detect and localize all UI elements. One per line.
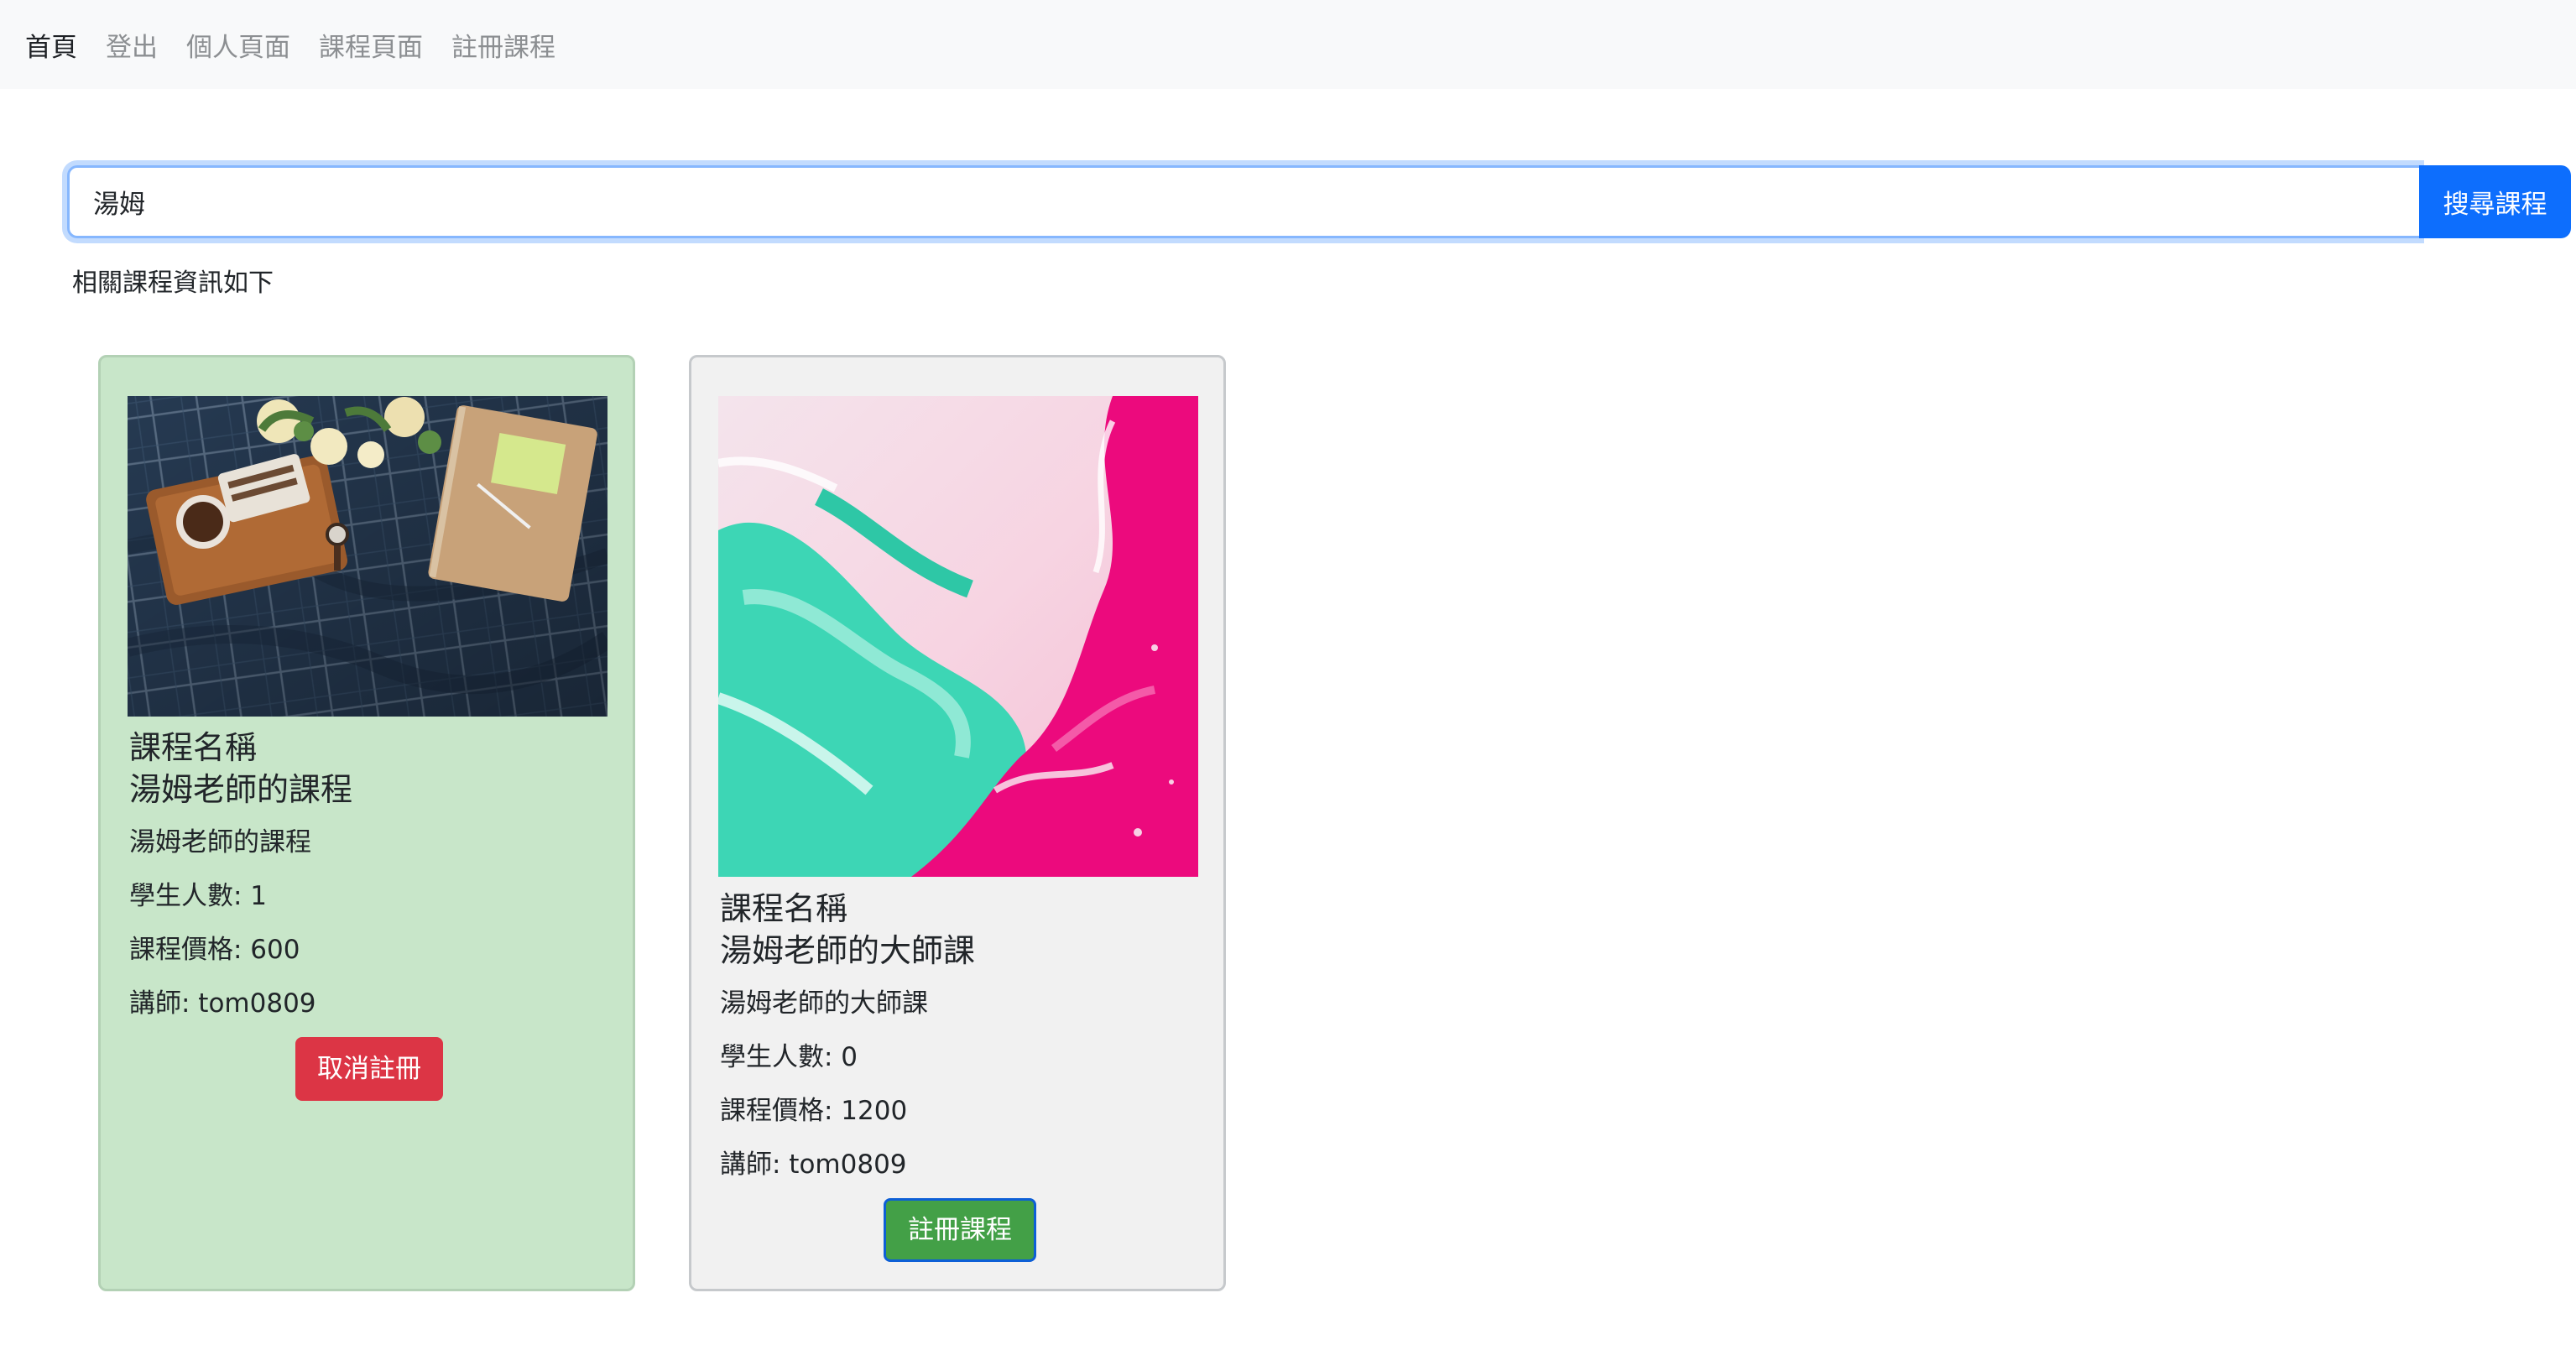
course-instructor: 講師: tom0809 <box>720 1149 907 1180</box>
course-image <box>128 396 607 717</box>
nav-enroll-link[interactable]: 註冊課程 <box>451 26 555 64</box>
course-instructor: 講師: tom0809 <box>129 988 316 1019</box>
course-card-body: 課程名稱 湯姆老師的課程 湯姆老師的課程 學生人數: 1 課程價格: 600 講… <box>129 727 609 1101</box>
course-title: 課程名稱 湯姆老師的大師課 <box>720 888 1200 972</box>
search-input[interactable] <box>67 165 2419 238</box>
enroll-button[interactable]: 註冊課程 <box>884 1198 1036 1262</box>
course-student-count: 學生人數: 1 <box>129 881 268 911</box>
nav-logout-link[interactable]: 登出 <box>106 26 158 64</box>
course-name: 湯姆老師的大師課 <box>720 932 976 969</box>
course-price: 課程價格: 600 <box>129 935 300 965</box>
course-title-label: 課程名稱 <box>129 729 258 766</box>
top-navbar: 首頁 登出 個人頁面 課程頁面 註冊課程 <box>0 0 2576 89</box>
course-student-count: 學生人數: 0 <box>720 1042 858 1072</box>
results-heading: 相關課程資訊如下 <box>72 268 274 298</box>
nav-courses-link[interactable]: 課程頁面 <box>319 26 423 64</box>
course-name: 湯姆老師的課程 <box>129 771 353 808</box>
course-card-body: 課程名稱 湯姆老師的大師課 湯姆老師的大師課 學生人數: 0 課程價格: 120… <box>720 888 1200 1262</box>
course-card: 課程名稱 湯姆老師的課程 湯姆老師的課程 學生人數: 1 課程價格: 600 講… <box>98 355 635 1291</box>
unenroll-button[interactable]: 取消註冊 <box>295 1037 443 1101</box>
nav-home-link[interactable]: 首頁 <box>25 26 77 64</box>
course-description: 湯姆老師的大師課 <box>720 988 928 1019</box>
search-bar: 搜尋課程 <box>67 165 2571 238</box>
course-description: 湯姆老師的課程 <box>129 827 311 858</box>
course-card: 課程名稱 湯姆老師的大師課 湯姆老師的大師課 學生人數: 0 課程價格: 120… <box>689 355 1226 1291</box>
course-image <box>718 396 1198 877</box>
course-title-label: 課程名稱 <box>720 890 848 927</box>
course-title: 課程名稱 湯姆老師的課程 <box>129 727 609 811</box>
search-button[interactable]: 搜尋課程 <box>2419 165 2571 238</box>
course-price: 課程價格: 1200 <box>720 1096 908 1126</box>
nav-profile-link[interactable]: 個人頁面 <box>186 26 290 64</box>
